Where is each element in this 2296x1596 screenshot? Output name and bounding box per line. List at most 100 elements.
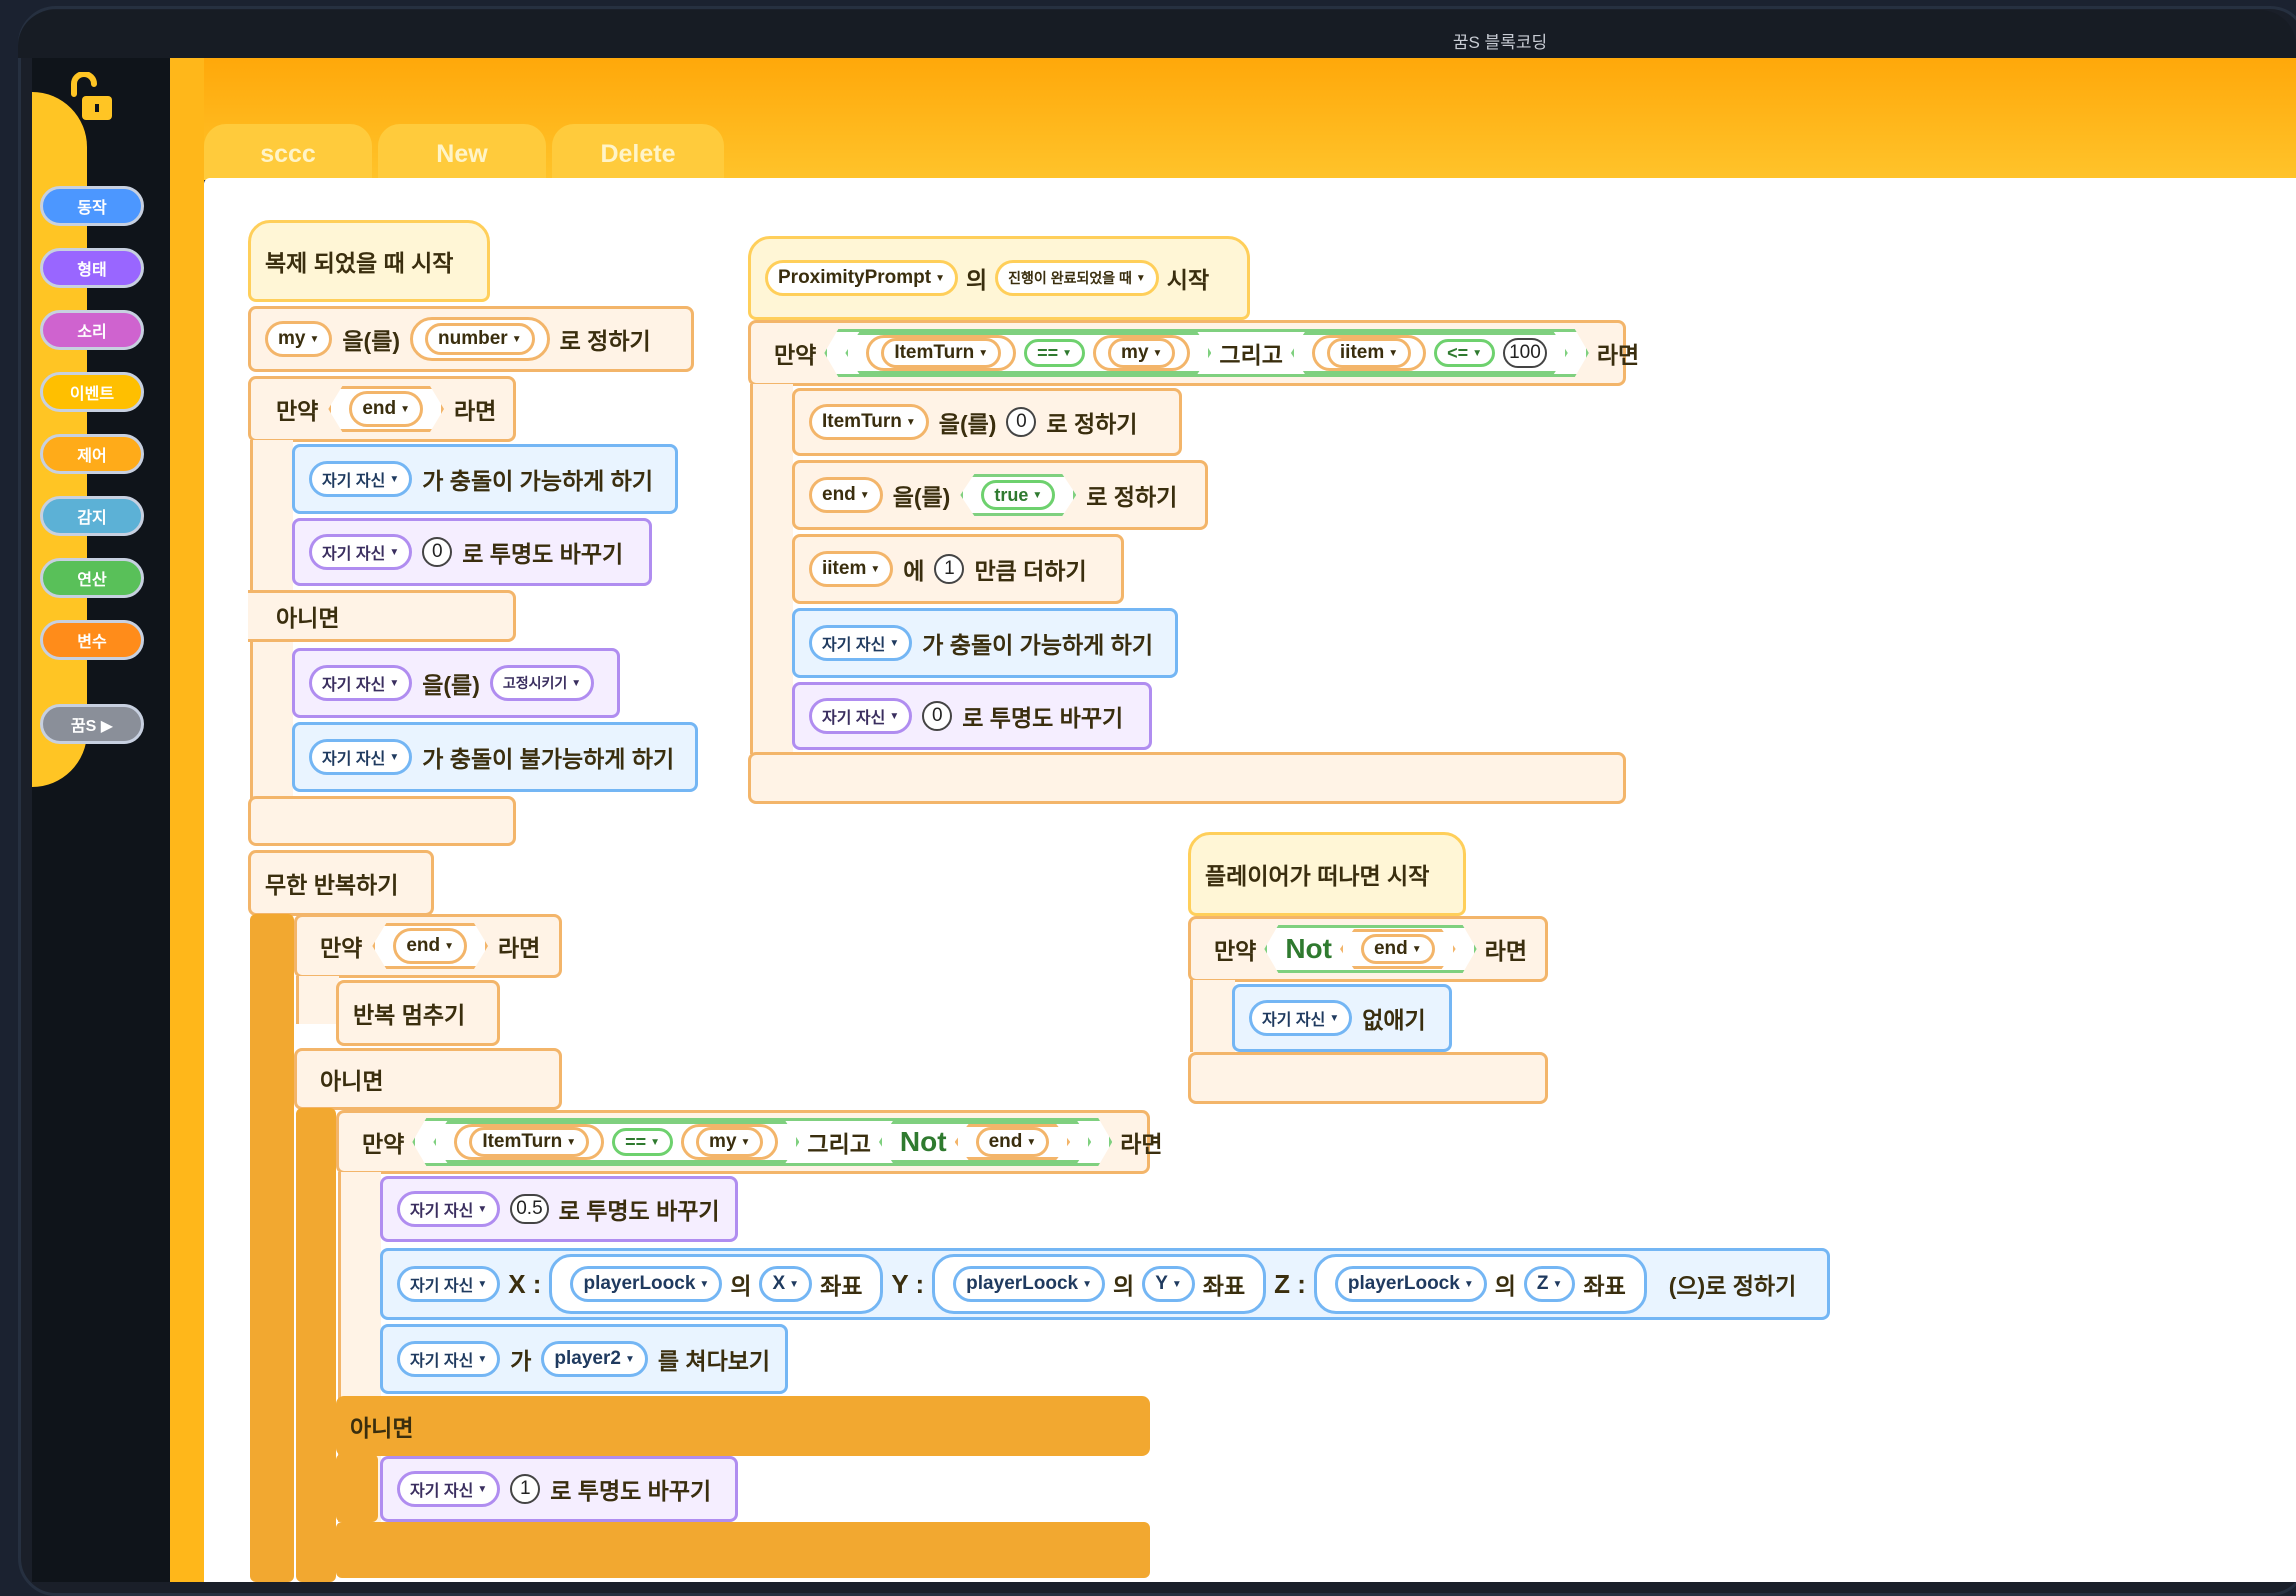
unlock-icon[interactable] xyxy=(66,72,116,124)
anchor-block[interactable]: 자기 자신 ▼ 을(를) 고정시키기 ▼ xyxy=(292,648,620,718)
number-input[interactable]: 100 xyxy=(1503,338,1547,368)
operator-dropdown[interactable]: == ▼ xyxy=(612,1128,673,1156)
variable-dropdown[interactable]: iitem ▼ xyxy=(809,551,894,587)
variable-dropdown[interactable]: end ▼ xyxy=(976,1127,1050,1157)
object-dropdown[interactable]: playerLoock ▼ xyxy=(953,1266,1106,1302)
compare-operator[interactable]: iitem ▼ <= ▼ 100 xyxy=(1291,332,1568,374)
set-variable-block[interactable]: end ▼ 을(를) true ▼ 로 정하기 xyxy=(792,460,1208,530)
equals-operator[interactable]: ItemTurn ▼ == ▼ my ▼ xyxy=(433,1121,799,1163)
value-slot[interactable]: my ▼ xyxy=(1093,335,1190,371)
self-dropdown[interactable]: 자기 자신 ▼ xyxy=(809,698,913,734)
number-input[interactable]: 0 xyxy=(1006,407,1037,437)
variable-dropdown[interactable]: number ▼ xyxy=(425,323,535,355)
condition-slot[interactable]: end ▼ xyxy=(955,1124,1071,1160)
axis-dropdown[interactable]: Y ▼ xyxy=(1142,1266,1195,1302)
variable-dropdown[interactable]: end ▼ xyxy=(349,391,423,427)
look-at-block[interactable]: 자기 자신 ▼ 가 player2 ▼ 를 쳐다보기 xyxy=(380,1324,788,1394)
not-operator[interactable]: Not end ▼ xyxy=(1264,925,1476,973)
boolean-slot[interactable]: true ▼ xyxy=(960,474,1076,516)
tab-new[interactable]: New xyxy=(378,124,546,180)
equals-operator[interactable]: ItemTurn ▼ == ▼ my ▼ xyxy=(845,332,1211,374)
condition-slot[interactable]: end ▼ xyxy=(328,386,444,432)
collision-on-block[interactable]: 자기 자신 ▼ 가 충돌이 가능하게 하기 xyxy=(792,608,1178,678)
category-7[interactable]: 변수 xyxy=(40,620,144,660)
set-variable-block[interactable]: ItemTurn ▼ 을(를) 0 로 정하기 xyxy=(792,388,1182,456)
tab-sccc[interactable]: sccc xyxy=(204,124,372,180)
category-4[interactable]: 제어 xyxy=(40,434,144,474)
variable-dropdown[interactable]: ItemTurn ▼ xyxy=(881,338,1001,368)
axis-dropdown[interactable]: X ▼ xyxy=(759,1266,813,1302)
number-input[interactable]: 0 xyxy=(922,701,953,731)
object-dropdown[interactable]: playerLoock ▼ xyxy=(1334,1266,1487,1302)
forever-block[interactable]: 무한 반복하기 xyxy=(248,850,434,916)
tab-delete[interactable]: Delete xyxy=(552,124,724,180)
category-1[interactable]: 형태 xyxy=(40,248,144,288)
variable-dropdown[interactable]: my ▼ xyxy=(696,1127,763,1157)
object-dropdown[interactable]: playerLoock ▼ xyxy=(570,1266,723,1302)
self-dropdown[interactable]: 자기 자신 ▼ xyxy=(397,1471,501,1507)
boolean-dropdown[interactable]: true ▼ xyxy=(981,480,1055,510)
set-transparency-block[interactable]: 자기 자신 ▼ 0 로 투명도 바꾸기 xyxy=(792,682,1152,750)
category-8[interactable]: 꿈S ▶ xyxy=(40,704,144,744)
value-slot[interactable]: my ▼ xyxy=(681,1124,778,1160)
number-input[interactable]: 0.5 xyxy=(510,1194,549,1224)
stop-loop-block[interactable]: 반복 멈추기 xyxy=(336,980,500,1046)
self-dropdown[interactable]: 자기 자신 ▼ xyxy=(309,534,413,570)
variable-dropdown[interactable]: ItemTurn ▼ xyxy=(469,1127,589,1157)
when-cloned-hat[interactable]: 복제 되었을 때 시작 xyxy=(248,220,490,302)
not-operator[interactable]: Not end ▼ xyxy=(879,1121,1091,1163)
self-dropdown[interactable]: 자기 자신 ▼ xyxy=(809,625,913,661)
operator-dropdown[interactable]: <= ▼ xyxy=(1434,339,1495,367)
coord-reporter-z[interactable]: playerLoock ▼ 의 Z ▼ 좌표 xyxy=(1313,1254,1647,1314)
set-position-block[interactable]: 자기 자신 ▼ X : playerLoock ▼ 의 X ▼ 좌표 Y : play… xyxy=(380,1248,1830,1320)
value-slot[interactable]: iitem ▼ xyxy=(1312,335,1426,371)
category-0[interactable]: 동작 xyxy=(40,186,144,226)
condition-slot[interactable]: end ▼ xyxy=(1340,929,1456,969)
number-input[interactable]: 0 xyxy=(422,537,453,567)
anchor-dropdown[interactable]: 고정시키기 ▼ xyxy=(489,665,595,701)
variable-dropdown[interactable]: iitem ▼ xyxy=(1327,338,1411,368)
collision-off-block[interactable]: 자기 자신 ▼ 가 충돌이 불가능하게 하기 xyxy=(292,722,698,792)
category-3[interactable]: 이벤트 xyxy=(40,372,144,412)
set-transparency-block[interactable]: 자기 자신 ▼ 1 로 투명도 바꾸기 xyxy=(380,1456,738,1522)
category-2[interactable]: 소리 xyxy=(40,310,144,350)
self-dropdown[interactable]: 자기 자신 ▼ xyxy=(397,1341,501,1377)
self-dropdown[interactable]: 자기 자신 ▼ xyxy=(397,1266,501,1302)
variable-dropdown[interactable]: end ▼ xyxy=(1361,934,1435,964)
number-input[interactable]: 1 xyxy=(510,1474,541,1504)
self-dropdown[interactable]: 자기 자신 ▼ xyxy=(397,1191,501,1227)
category-5[interactable]: 감지 xyxy=(40,496,144,536)
variable-dropdown[interactable]: end ▼ xyxy=(809,477,883,513)
self-dropdown[interactable]: 자기 자신 ▼ xyxy=(309,665,413,701)
variable-dropdown[interactable]: my ▼ xyxy=(1108,338,1175,368)
axis-dropdown[interactable]: Z ▼ xyxy=(1523,1266,1576,1302)
collision-on-block[interactable]: 자기 자신 ▼ 가 충돌이 가능하게 하기 xyxy=(292,444,678,514)
value-slot[interactable]: ItemTurn ▼ xyxy=(454,1124,604,1160)
self-dropdown[interactable]: 자기 자신 ▼ xyxy=(309,739,413,775)
coord-reporter-y[interactable]: playerLoock ▼ 의 Y ▼ 좌표 xyxy=(932,1254,1267,1314)
self-dropdown[interactable]: 자기 자신 ▼ xyxy=(1249,1000,1353,1036)
proximity-prompt-hat[interactable]: ProximityPrompt ▼ 의 진행이 완료되었을 때 ▼ 시작 xyxy=(748,236,1250,320)
coord-reporter-x[interactable]: playerLoock ▼ 의 X ▼ 좌표 xyxy=(549,1254,884,1314)
operator-dropdown[interactable]: == ▼ xyxy=(1024,339,1085,367)
prompt-dropdown[interactable]: ProximityPrompt ▼ xyxy=(765,260,958,296)
and-operator[interactable]: ItemTurn ▼ == ▼ my ▼ 그리고 Not end ▼ xyxy=(412,1118,1112,1166)
destroy-block[interactable]: 자기 자신 ▼ 없애기 xyxy=(1232,984,1452,1052)
set-variable-block[interactable]: my ▼ 을(를) number ▼ 로 정하기 xyxy=(248,306,694,372)
number-input[interactable]: 1 xyxy=(934,554,965,584)
player-leave-hat[interactable]: 플레이어가 떠나면 시작 xyxy=(1188,832,1466,916)
variable-dropdown[interactable]: end ▼ xyxy=(393,928,467,964)
variable-dropdown[interactable]: ItemTurn ▼ xyxy=(809,404,929,440)
set-transparency-block[interactable]: 자기 자신 ▼ 0.5 로 투명도 바꾸기 xyxy=(380,1176,738,1242)
change-variable-block[interactable]: iitem ▼ 에 1 만큼 더하기 xyxy=(792,534,1124,604)
variable-dropdown[interactable]: my ▼ xyxy=(265,321,333,357)
target-dropdown[interactable]: player2 ▼ xyxy=(541,1341,648,1377)
value-slot[interactable]: ItemTurn ▼ xyxy=(866,335,1016,371)
self-dropdown[interactable]: 자기 자신 ▼ xyxy=(309,461,413,497)
condition-slot[interactable]: end ▼ xyxy=(372,923,488,969)
set-transparency-block[interactable]: 자기 자신 ▼ 0 로 투명도 바꾸기 xyxy=(292,518,652,586)
category-6[interactable]: 연산 xyxy=(40,558,144,598)
value-slot[interactable]: number ▼ xyxy=(410,317,550,361)
event-dropdown[interactable]: 진행이 완료되었을 때 ▼ xyxy=(995,260,1159,296)
and-operator[interactable]: ItemTurn ▼ == ▼ my ▼ 그리고 iitem ▼ <= ▼ 100 xyxy=(824,329,1588,377)
